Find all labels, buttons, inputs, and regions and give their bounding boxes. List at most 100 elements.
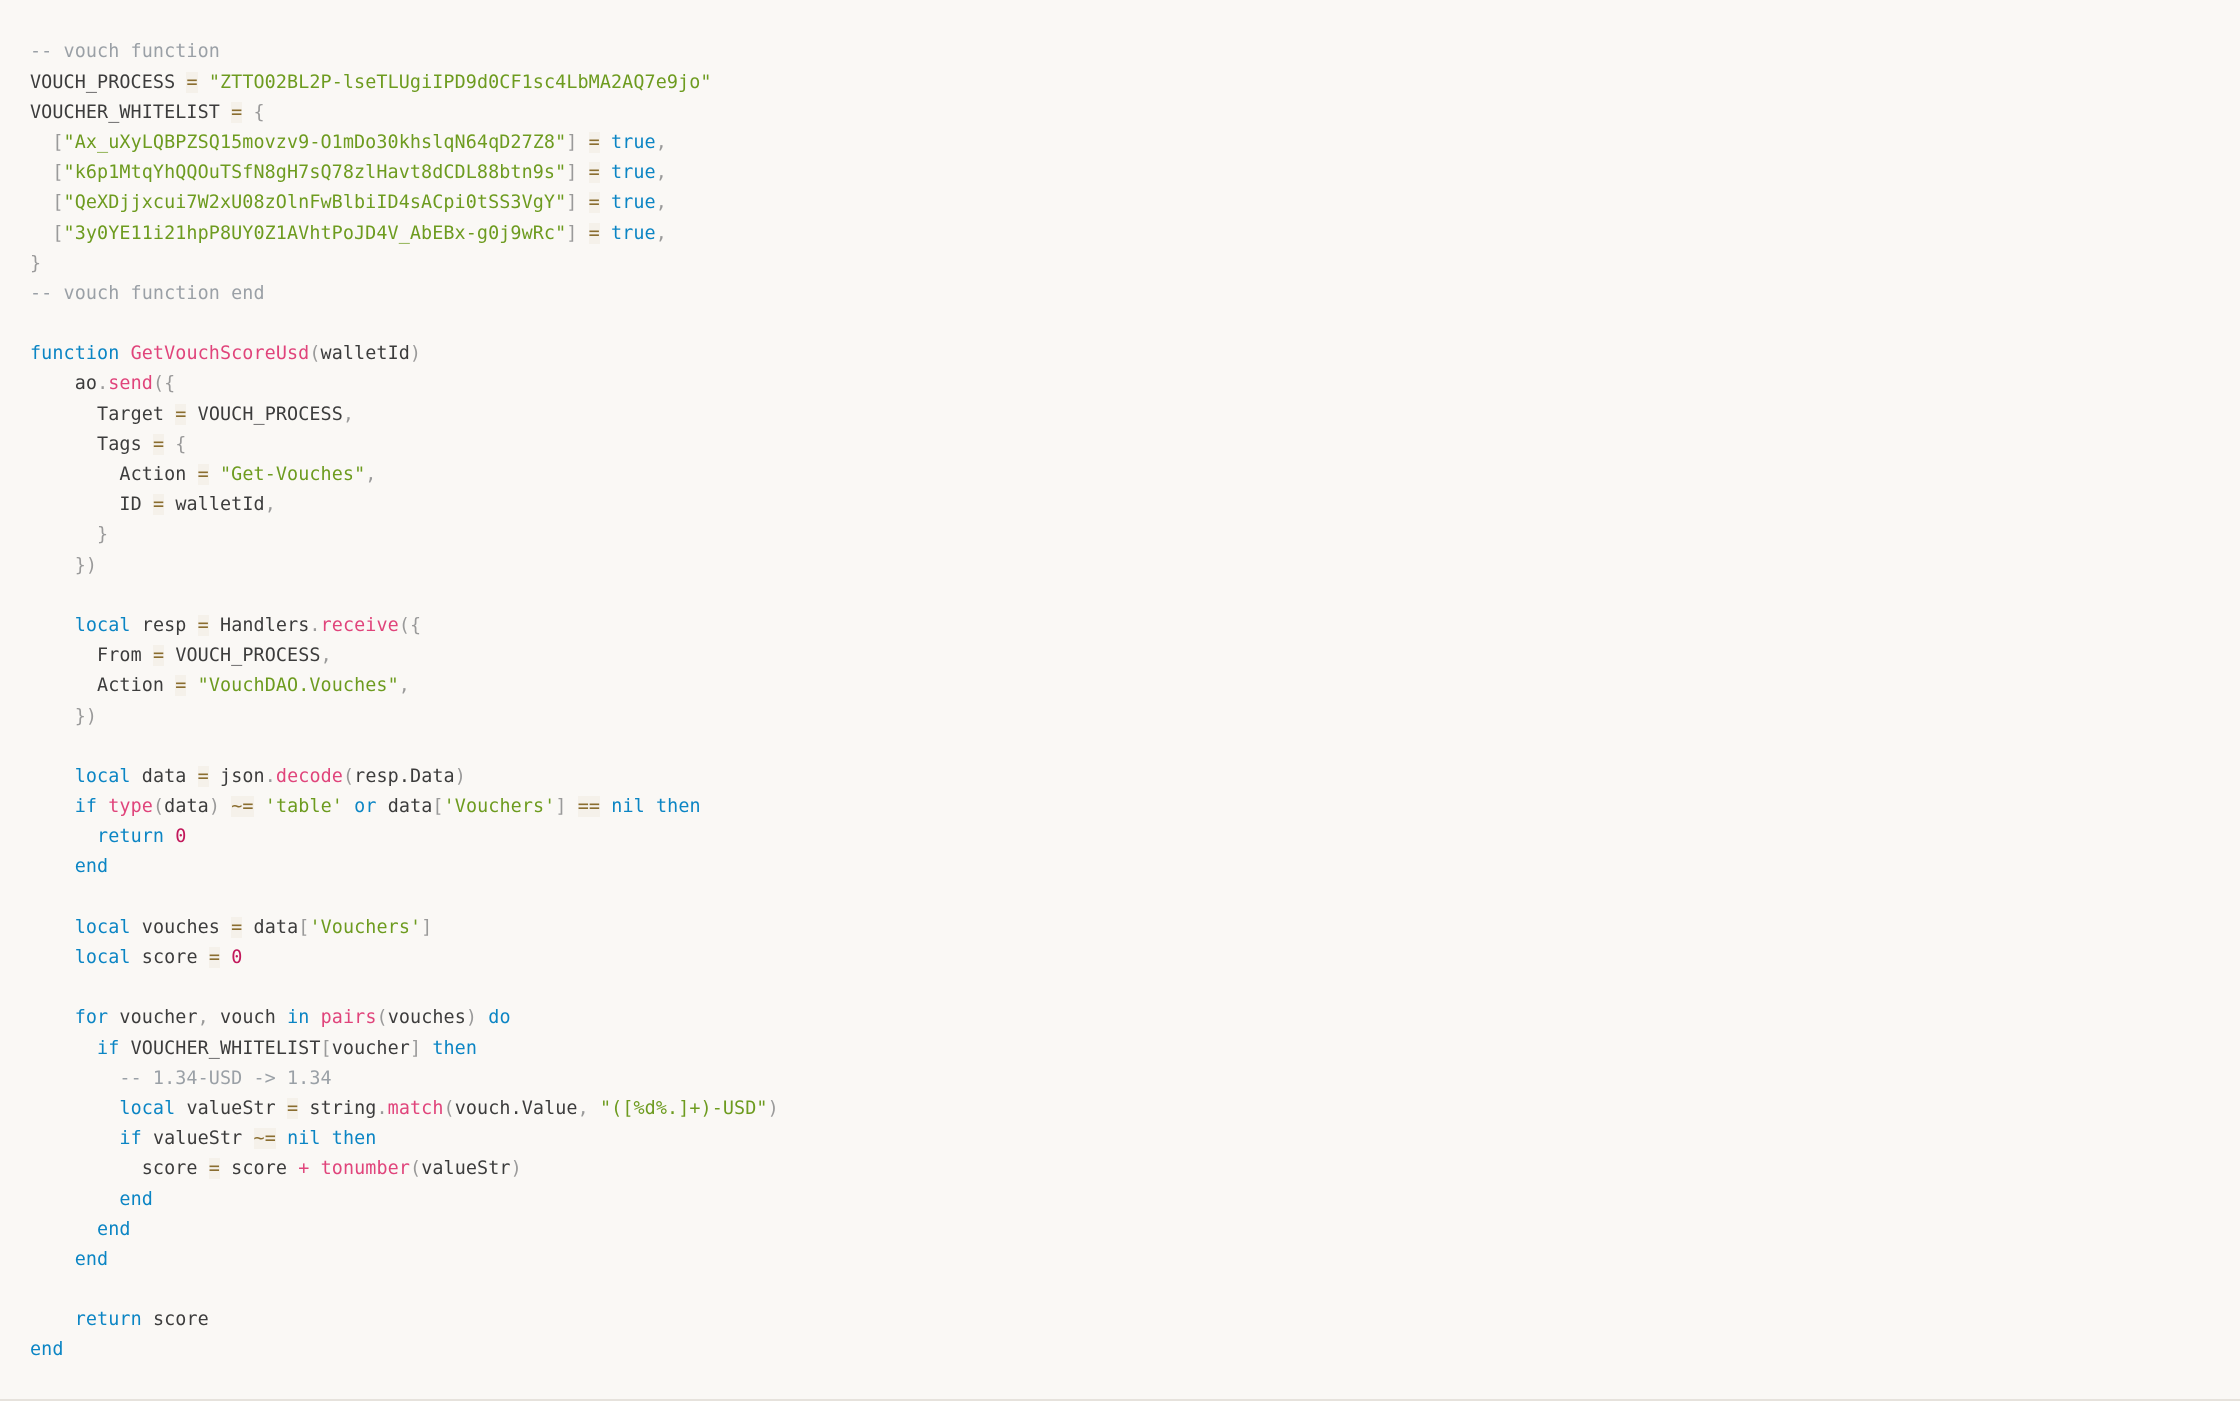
- code-line: function GetVouchScoreUsd(walletId): [30, 343, 422, 365]
- number-zero: 0: [175, 826, 187, 848]
- string-usd-pattern: "([%d%.]+)-USD": [599, 1097, 768, 1119]
- method-match: match: [387, 1097, 444, 1119]
- code-line: return 0: [30, 822, 779, 852]
- operator-assign: =: [152, 494, 165, 516]
- code-line: ["3y0YE11i21hpP8UY0Z1AVhtPoJD4V_AbEBx-g0…: [30, 222, 667, 244]
- operator-assign: =: [588, 192, 600, 214]
- code-line: end: [30, 1245, 779, 1275]
- identifier-vouches: vouches: [387, 1007, 466, 1029]
- code-line: local score = 0: [30, 943, 779, 973]
- code-line: -- 1.34-USD -> 1.34: [30, 1064, 779, 1094]
- keyword-end: end: [97, 1218, 131, 1240]
- string-vouch-process-value: "ZTTO02BL2P-lseTLUgiIPD9d0CF1sc4LbMA2AQ7…: [208, 71, 712, 93]
- code-line: ao.send({: [74, 373, 176, 395]
- code-line: ["k6p1MtqYhQQOuTSfN8gH7sQ78zlHavt8dCDL88…: [30, 162, 667, 184]
- identifier-score: score: [141, 1158, 198, 1180]
- value-true: true: [611, 162, 656, 184]
- operator-assign: =: [208, 1158, 220, 1180]
- method-decode: decode: [275, 765, 343, 787]
- operator-not-equal: ~=: [253, 1128, 276, 1150]
- keyword-or: or: [354, 796, 377, 818]
- identifier-data: data: [253, 916, 299, 938]
- keyword-then: then: [655, 796, 701, 818]
- keyword-local: local: [119, 1097, 176, 1119]
- field-id: ID: [119, 494, 142, 516]
- comment-vouch-function-start: -- vouch function: [30, 41, 220, 63]
- keyword-local: local: [74, 614, 131, 636]
- code-line: VOUCHER_WHITELIST = {: [30, 101, 265, 123]
- operator-assign: =: [287, 1097, 299, 1119]
- string-vouchers-key: 'Vouchers': [443, 796, 556, 818]
- code-line: VOUCH_PROCESS = "ZTTO02BL2P-lseTLUgiIPD9…: [30, 68, 779, 98]
- code-line: Action = "VouchDAO.Vouches",: [97, 675, 410, 697]
- operator-assign: =: [175, 675, 187, 697]
- operator-assign: =: [208, 947, 221, 969]
- lua-code-listing: -- vouch function VOUCH_PROCESS = "ZTTO02…: [30, 37, 779, 1365]
- method-send: send: [108, 373, 153, 395]
- operator-equals: ==: [577, 796, 601, 818]
- keyword-local: local: [74, 947, 131, 969]
- field-target: Target: [97, 403, 165, 425]
- keyword-local: local: [74, 916, 131, 938]
- code-line: }): [30, 554, 98, 576]
- operator-assign: =: [197, 614, 209, 636]
- identifier-voucher-whitelist: VOUCHER_WHITELIST: [30, 101, 220, 123]
- code-line: ["Ax_uXyLQBPZSQ15movzv9-O1mDo30khslqN64q…: [30, 131, 667, 153]
- identifier-voucher: voucher: [331, 1037, 410, 1059]
- operator-assign: =: [186, 71, 198, 93]
- string-table: 'table': [264, 796, 343, 818]
- operator-not-equal: ~=: [231, 796, 254, 818]
- identifier-walletid: walletId: [175, 494, 265, 516]
- keyword-nil: nil: [611, 796, 645, 818]
- keyword-in: in: [287, 1007, 310, 1029]
- keyword-if: if: [74, 796, 98, 818]
- identifier-vouch: vouch: [220, 1007, 276, 1029]
- keyword-return: return: [74, 1309, 142, 1331]
- field-action: Action: [119, 464, 187, 486]
- identifier-vouch-process: VOUCH_PROCESS: [197, 403, 343, 425]
- field-from: From: [97, 645, 142, 667]
- builtin-pairs: pairs: [320, 1007, 377, 1029]
- code-line: for voucher, vouch in pairs(vouches) do: [74, 1007, 511, 1029]
- keyword-if: if: [97, 1037, 120, 1059]
- keyword-local: local: [74, 765, 131, 787]
- identifier-data: data: [164, 796, 209, 818]
- string-get-vouches: "Get-Vouches": [220, 464, 366, 486]
- identifier-score: score: [152, 1309, 209, 1331]
- code-line: local valueStr = string.match(vouch.Valu…: [119, 1097, 779, 1119]
- identifier-vouches: vouches: [141, 916, 220, 938]
- identifier-json: json: [220, 765, 265, 787]
- identifier-valuestr: valueStr: [186, 1097, 276, 1119]
- operator-assign: =: [588, 162, 600, 184]
- keyword-end: end: [74, 1248, 109, 1270]
- identifier-valuestr: valueStr: [152, 1128, 243, 1150]
- identifier-score: score: [141, 947, 198, 969]
- number-zero: 0: [231, 947, 243, 969]
- operator-assign: =: [588, 222, 600, 244]
- function-name-getvouchscoreusd: GetVouchScoreUsd: [130, 343, 310, 365]
- field-tags: Tags: [97, 433, 142, 455]
- code-line: }): [30, 705, 98, 727]
- code-line: end: [30, 852, 779, 882]
- identifier-score: score: [231, 1158, 288, 1180]
- whitelist-key-1: "Ax_uXyLQBPZSQ15movzv9-O1mDo30khslqN64qD…: [63, 131, 567, 153]
- code-line: end: [30, 1185, 779, 1215]
- identifier-resp-data: resp.Data: [354, 765, 455, 787]
- whitelist-key-2: "k6p1MtqYhQQOuTSfN8gH7sQ78zlHavt8dCDL88b…: [63, 162, 567, 184]
- code-line: Action = "Get-Vouches",: [119, 464, 377, 486]
- builtin-tonumber: tonumber: [320, 1158, 410, 1180]
- code-line: local vouches = data['Vouchers']: [74, 916, 433, 938]
- identifier-vouch-process: VOUCH_PROCESS: [175, 645, 321, 667]
- code-line: }: [30, 524, 109, 546]
- code-line: -- vouch function end: [30, 279, 779, 309]
- keyword-nil: nil: [287, 1128, 321, 1150]
- identifier-string-lib: string: [309, 1097, 377, 1119]
- value-true: true: [611, 192, 656, 214]
- operator-assign: =: [152, 645, 165, 667]
- keyword-return: return: [97, 826, 165, 848]
